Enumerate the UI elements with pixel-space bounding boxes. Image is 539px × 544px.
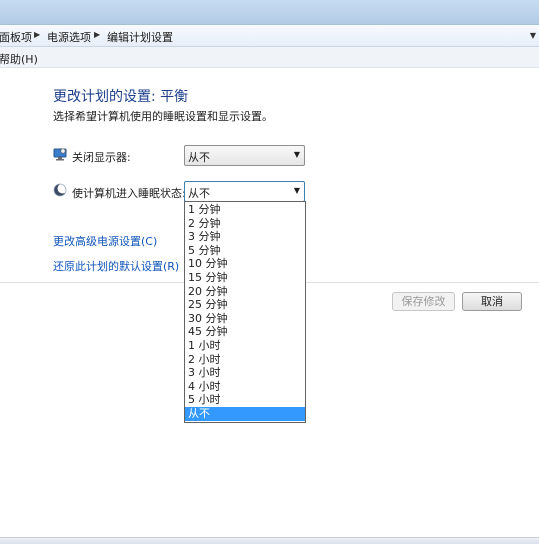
- sleep-moon-icon: [53, 183, 68, 197]
- dropdown-option[interactable]: 20 分钟: [185, 285, 305, 299]
- display-off-label: 关闭显示器:: [72, 151, 131, 164]
- page-description: 选择希望计算机使用的睡眠设置和显示设置。: [53, 110, 273, 123]
- page-title: 更改计划的设置: 平衡: [53, 89, 189, 105]
- breadcrumb-separator-icon[interactable]: ▶: [94, 30, 100, 39]
- dropdown-option[interactable]: 25 分钟: [185, 298, 305, 312]
- dropdown-option[interactable]: 5 分钟: [185, 244, 305, 258]
- restore-defaults-link[interactable]: 还原此计划的默认设置(R): [53, 258, 179, 274]
- dropdown-option[interactable]: 5 小时: [185, 393, 305, 407]
- breadcrumb-item-control-panel[interactable]: 面板项: [0, 29, 32, 45]
- sleep-label: 使计算机进入睡眠状态:: [72, 187, 186, 200]
- sleep-select[interactable]: 从不 ▼: [184, 181, 305, 202]
- chevron-down-icon: ▼: [293, 186, 300, 195]
- address-dropdown-icon[interactable]: ▼: [530, 31, 536, 40]
- display-off-value: 从不: [188, 151, 210, 164]
- menu-help[interactable]: 帮助(H): [0, 51, 38, 67]
- dropdown-option[interactable]: 10 分钟: [185, 257, 305, 271]
- display-monitor-icon: [53, 147, 67, 161]
- dropdown-option[interactable]: 4 小时: [185, 380, 305, 394]
- window-title-bar: [0, 0, 539, 24]
- breadcrumb-separator-icon[interactable]: ▶: [34, 30, 40, 39]
- dropdown-option[interactable]: 15 分钟: [185, 271, 305, 285]
- dropdown-option[interactable]: 45 分钟: [185, 325, 305, 339]
- dropdown-option[interactable]: 2 分钟: [185, 217, 305, 231]
- window-bottom-edge: [0, 537, 539, 544]
- sleep-dropdown-list[interactable]: 1 分钟 2 分钟 3 分钟 5 分钟 10 分钟 15 分钟 20 分钟 25 分钟 30 分…: [184, 201, 306, 423]
- sleep-value: 从不: [188, 187, 210, 200]
- save-changes-button[interactable]: 保存修改: [392, 292, 455, 311]
- dropdown-option[interactable]: 从不: [185, 407, 305, 421]
- breadcrumb-item-power-options[interactable]: 电源选项: [47, 29, 91, 45]
- dropdown-option[interactable]: 1 小时: [185, 339, 305, 353]
- dropdown-option[interactable]: 30 分钟: [185, 312, 305, 326]
- dropdown-option[interactable]: 3 小时: [185, 366, 305, 380]
- address-bar[interactable]: 面板项 ▶ 电源选项 ▶ 编辑计划设置 ▼: [0, 24, 539, 47]
- advanced-settings-link[interactable]: 更改高级电源设置(C): [53, 233, 157, 249]
- cancel-button[interactable]: 取消: [462, 292, 522, 311]
- breadcrumb-item-edit-plan[interactable]: 编辑计划设置: [107, 29, 173, 45]
- dropdown-option[interactable]: 3 分钟: [185, 230, 305, 244]
- chevron-down-icon: ▼: [293, 150, 300, 159]
- menu-bar: 帮助(H): [0, 47, 539, 68]
- dropdown-option[interactable]: 1 分钟: [185, 203, 305, 217]
- display-off-select[interactable]: 从不 ▼: [184, 145, 305, 166]
- dropdown-option[interactable]: 2 小时: [185, 353, 305, 367]
